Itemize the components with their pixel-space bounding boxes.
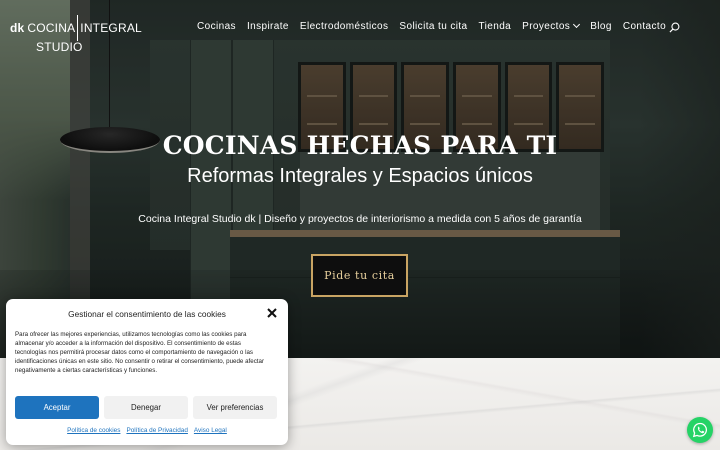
cookie-dialog-body: Para ofrecer las mejores experiencias, u…	[15, 331, 265, 374]
logo-word-cocina: COCINA	[27, 20, 76, 35]
cookie-links: Política de cookies Política de Privacid…	[6, 427, 288, 434]
nav-item-contacto[interactable]: Contacto	[623, 21, 666, 32]
hero-title: COCINAS HECHAS PARA TI	[162, 131, 558, 160]
close-icon[interactable]	[267, 308, 277, 318]
legal-notice-link[interactable]: Aviso Legal	[194, 427, 227, 434]
search-icon[interactable]	[669, 22, 680, 33]
logo-line-1: dk COCINA INTEGRAL	[10, 15, 142, 41]
logo-word-integral: INTEGRAL	[80, 20, 142, 35]
nav-item-solicita-cita[interactable]: Solicita tu cita	[399, 21, 467, 32]
book-appointment-button[interactable]: Pide tu cita	[311, 254, 408, 297]
nav-item-proyectos[interactable]: Proyectos	[522, 20, 581, 32]
cookie-policy-link[interactable]: Política de cookies	[67, 427, 120, 434]
nav-item-cocinas[interactable]: Cocinas	[197, 21, 236, 32]
nav-item-inspirate[interactable]: Inspirate	[247, 21, 289, 32]
view-preferences-button[interactable]: Ver preferencias	[193, 396, 277, 419]
site-logo[interactable]: dk COCINA INTEGRAL STUDIO	[10, 15, 142, 54]
privacy-policy-link[interactable]: Política de Privacidad	[126, 427, 187, 434]
logo-divider	[77, 15, 79, 41]
cookie-dialog-title: Gestionar el consentimiento de las cooki…	[68, 309, 226, 319]
whatsapp-icon	[692, 422, 708, 438]
accept-cookies-button[interactable]: Aceptar	[15, 396, 99, 419]
hero-subtitle: Reformas Integrales y Espacios únicos	[187, 165, 533, 187]
chevron-down-icon	[573, 20, 581, 29]
nav-item-electrodomesticos[interactable]: Electrodomésticos	[300, 21, 389, 32]
deny-cookies-button[interactable]: Denegar	[104, 396, 188, 419]
nav-item-tienda[interactable]: Tienda	[479, 21, 512, 32]
site-header: dk COCINA INTEGRAL STUDIO Cocinas Inspir…	[0, 0, 720, 56]
nav-item-proyectos-label: Proyectos	[522, 21, 571, 32]
logo-line-2: STUDIO	[36, 40, 83, 54]
hero-description: Cocina Integral Studio dk | Diseño y pro…	[138, 213, 582, 225]
nav-item-blog[interactable]: Blog	[590, 21, 612, 32]
main-nav: Cocinas Inspirate Electrodomésticos Soli…	[197, 20, 666, 32]
logo-dk: dk	[10, 20, 25, 35]
cookie-consent-dialog: Gestionar el consentimiento de las cooki…	[6, 299, 288, 445]
whatsapp-button[interactable]	[687, 417, 713, 443]
